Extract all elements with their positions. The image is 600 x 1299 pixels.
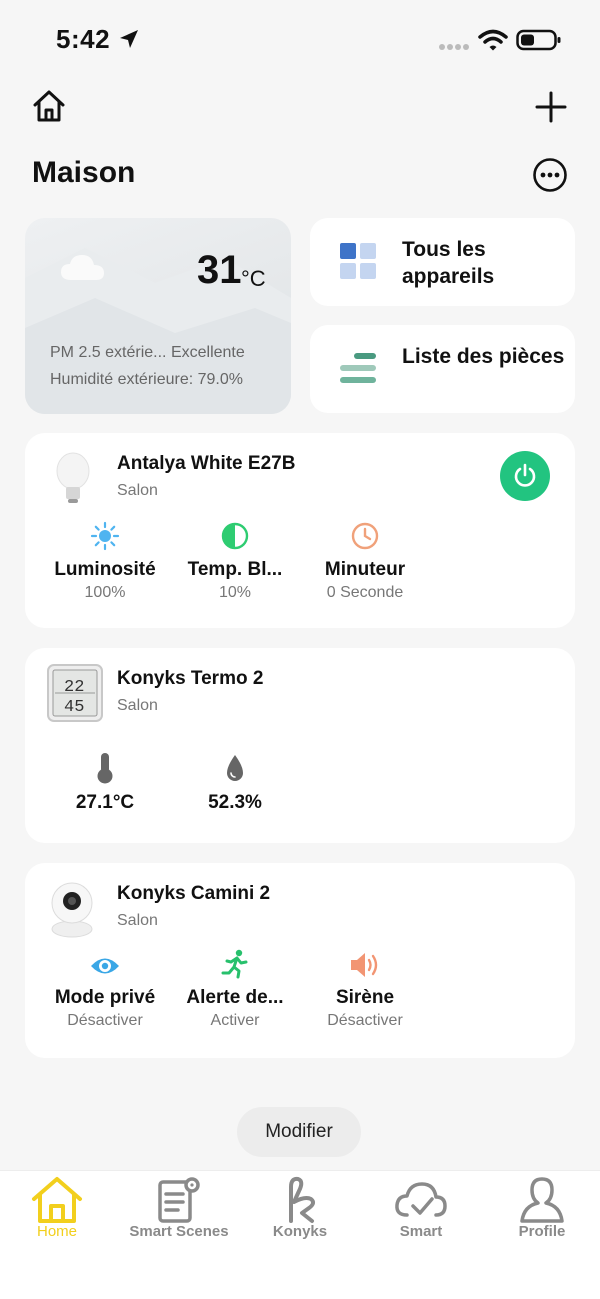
all-devices-label: Tous les appareils (402, 238, 495, 288)
sun-icon (90, 521, 120, 551)
device-card-camera[interactable]: Konyks Camini 2 Salon Mode privé Désacti… (25, 863, 575, 1058)
status-time: 5:42 (56, 24, 111, 54)
device-room: Salon (117, 482, 158, 499)
control-title: Temp. Bl... (187, 559, 283, 580)
control-title: Luminosité (54, 559, 156, 580)
motion-alert-control[interactable]: Alerte de... Activer (165, 949, 305, 1030)
modify-button[interactable]: Modifier (237, 1107, 361, 1157)
power-icon (514, 463, 536, 487)
tab-label: Konyks (272, 1223, 328, 1240)
control-title: Sirène (335, 987, 395, 1008)
control-title: Mode privé (54, 987, 156, 1008)
svg-text:45: 45 (64, 698, 84, 717)
tab-smart-scenes[interactable]: Smart Scenes (119, 1171, 239, 1240)
all-devices-button[interactable]: Tous les appareils (310, 218, 575, 306)
control-title: Minuteur (324, 559, 406, 580)
konyks-logo-icon (289, 1176, 316, 1223)
page-title: Maison (32, 156, 136, 189)
device-card-bulb[interactable]: Antalya White E27B Salon Luminosité 100%… (25, 433, 575, 628)
home-icon[interactable] (31, 88, 67, 124)
control-title: 27.1°C (75, 792, 135, 813)
tab-bar: Home Smart Scenes Konyks Smart Profile (0, 1170, 600, 1299)
cloud-icon (61, 255, 104, 280)
home-tab-icon (32, 1177, 82, 1223)
room-list-label: Liste des pièces (402, 345, 565, 368)
grid-icon (340, 243, 376, 279)
cellular-signal-icon (439, 44, 469, 50)
control-value: 10% (218, 584, 252, 601)
temperature-value: 31 (197, 248, 242, 292)
tab-label: Smart Scenes (129, 1223, 229, 1240)
speaker-icon (351, 953, 378, 977)
power-button[interactable] (500, 451, 550, 501)
room-list-button[interactable]: Liste des pièces (310, 325, 575, 413)
tab-profile[interactable]: Profile (482, 1171, 600, 1240)
control-value: 0 Seconde (326, 584, 404, 601)
device-name: Konyks Camini 2 (117, 883, 271, 904)
control-value: Désactiver (67, 1012, 143, 1029)
more-options-icon[interactable] (532, 157, 568, 193)
control-value: Activer (210, 1012, 260, 1029)
control-value: 100% (84, 584, 126, 601)
temperature-reading: 27.1°C (35, 752, 175, 814)
list-icon (340, 353, 376, 383)
control-value: Désactiver (327, 1012, 403, 1029)
temperature-unit: °C (241, 266, 266, 291)
weather-card[interactable]: 31 °C PM 2.5 extérie... Excellente Humid… (25, 218, 291, 414)
light-bulb-icon (56, 452, 90, 503)
wifi-icon (478, 29, 508, 51)
device-name: Konyks Termo 2 (117, 668, 264, 689)
humidity-text: Humidité extérieure: 79.0% (50, 371, 243, 388)
timer-control[interactable]: Minuteur 0 Seconde (295, 521, 435, 602)
add-icon[interactable] (535, 91, 567, 123)
device-room: Salon (117, 697, 158, 714)
location-arrow-icon (120, 30, 138, 48)
tab-konyks[interactable]: Konyks (240, 1171, 360, 1240)
eye-icon (91, 958, 119, 974)
half-circle-icon (221, 522, 249, 550)
cloud-check-icon (395, 1182, 447, 1217)
person-icon (520, 1177, 564, 1223)
tab-home[interactable]: Home (0, 1171, 117, 1240)
control-title: Alerte de... (186, 987, 284, 1008)
device-card-thermometer[interactable]: 22 45 Konyks Termo 2 Salon 27.1°C 52.3% (25, 648, 575, 843)
tab-label: Home (36, 1223, 77, 1240)
droplet-icon (227, 755, 243, 781)
device-name: Antalya White E27B (117, 453, 296, 474)
status-bar: 5:42 (0, 0, 600, 80)
device-room: Salon (117, 912, 158, 929)
brightness-control[interactable]: Luminosité 100% (35, 521, 175, 602)
running-person-icon (221, 949, 248, 979)
privacy-mode-control[interactable]: Mode privé Désactiver (35, 953, 175, 1030)
clipboard-gear-icon (158, 1177, 200, 1223)
humidity-reading: 52.3% (165, 752, 305, 814)
tab-label: Smart (399, 1223, 443, 1240)
thermo-hygrometer-icon: 22 45 (47, 664, 103, 722)
color-temp-control[interactable]: Temp. Bl... 10% (165, 521, 305, 602)
clock-icon (351, 522, 379, 550)
siren-control[interactable]: Sirène Désactiver (295, 951, 435, 1030)
thermometer-icon (97, 753, 113, 784)
battery-icon (516, 29, 561, 51)
tab-smart[interactable]: Smart (361, 1171, 481, 1240)
tab-label: Profile (518, 1223, 566, 1240)
control-title: 52.3% (208, 792, 262, 813)
camera-icon (51, 882, 93, 938)
pm25-text: PM 2.5 extérie... Excellente (50, 344, 245, 361)
svg-text:22: 22 (64, 678, 84, 697)
